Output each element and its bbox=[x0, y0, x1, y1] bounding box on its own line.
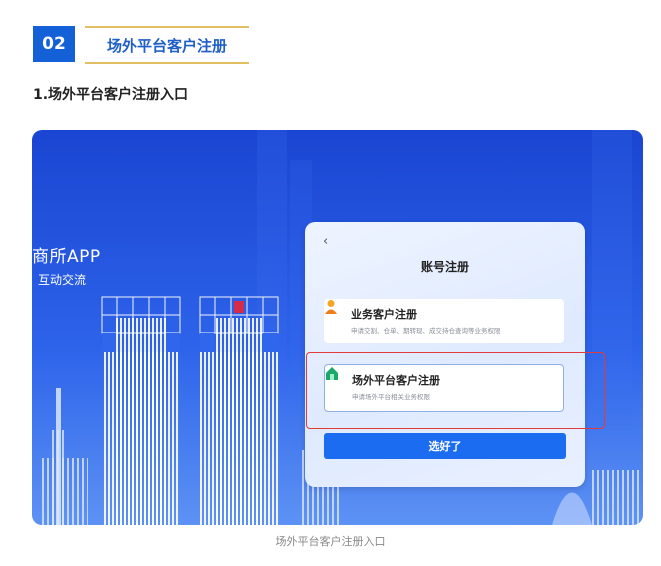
option-description: 申请交割、仓单、期转现、成交持仓查询等业务权限 bbox=[351, 327, 501, 335]
image-caption: 场外平台客户注册入口 bbox=[275, 535, 386, 548]
option-title: 业务客户注册 bbox=[351, 308, 417, 321]
panel-title: 账号注册 bbox=[420, 260, 469, 274]
person-icon bbox=[325, 300, 337, 314]
option-business-client[interactable]: 业务客户注册 申请交割、仓单、期转现、成交持仓查询等业务权限 bbox=[324, 299, 564, 343]
app-subtitle: 互动交流 bbox=[38, 273, 87, 287]
app-screenshot: 商所APP 互动交流 ‹ 账号注册 业务客户注册 申请交割、仓单、期转现、成交持… bbox=[32, 130, 643, 525]
subheading: 1.场外平台客户注册入口 bbox=[33, 87, 189, 103]
section-header: 02 场外平台客户注册 bbox=[33, 26, 249, 64]
section-title-frame: 场外平台客户注册 bbox=[85, 26, 249, 64]
highlight-box bbox=[306, 352, 605, 429]
app-name: 商所APP bbox=[32, 247, 101, 267]
section-number: 02 bbox=[33, 26, 75, 62]
back-icon[interactable]: ‹ bbox=[323, 234, 328, 249]
confirm-button[interactable]: 选好了 bbox=[324, 433, 566, 459]
section-title: 场外平台客户注册 bbox=[106, 36, 227, 55]
